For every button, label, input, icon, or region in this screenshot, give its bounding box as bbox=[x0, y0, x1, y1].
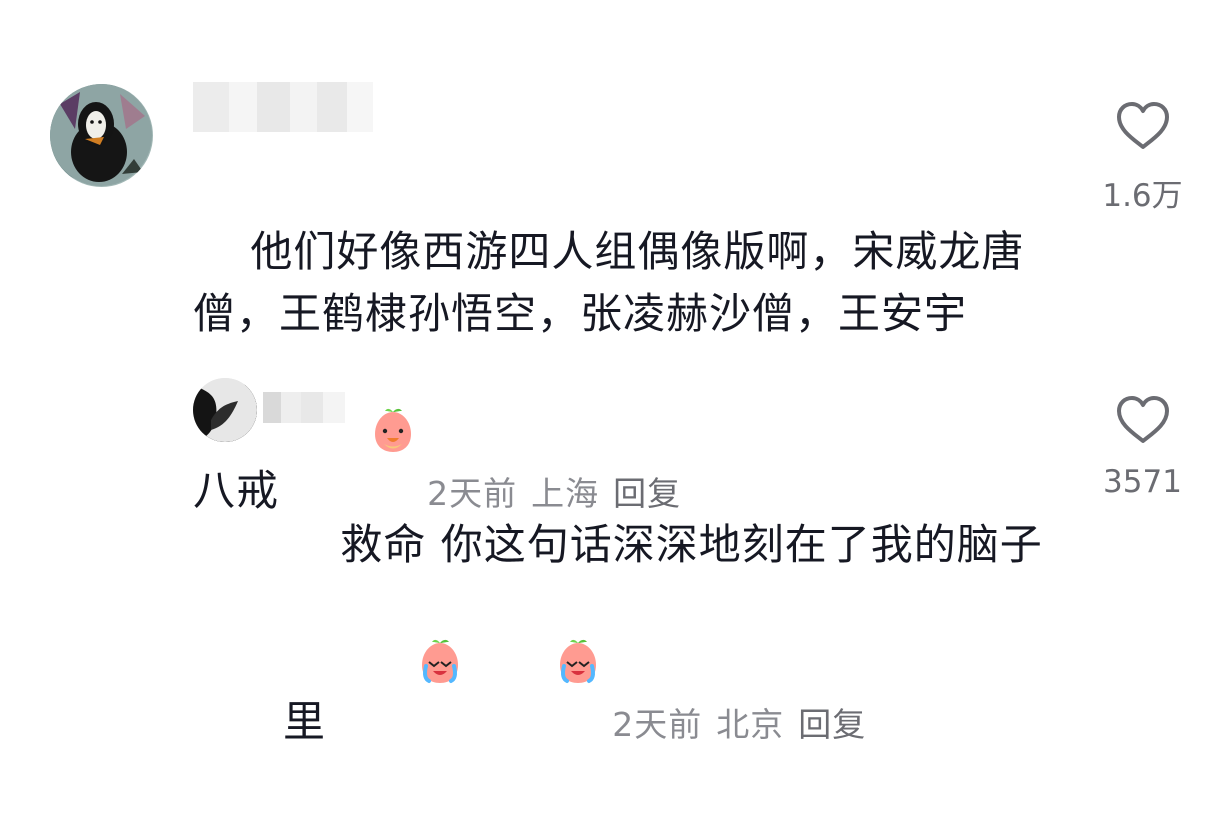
crying-peach-emoji-1 bbox=[330, 576, 464, 765]
like-count: 3571 bbox=[1103, 464, 1182, 500]
username-redacted[interactable] bbox=[263, 392, 345, 423]
comment-text: 救命 你这句话深深地刻在了我的脑子 里 2天前 北京 回复 bbox=[283, 452, 1043, 827]
reply-button[interactable]: 回复 bbox=[798, 705, 866, 744]
comment-item: 他们好像西游四人组偶像版啊，宋威龙唐 僧，王鹤棣孙悟空，张凌赫沙僧，王安宇 八戒… bbox=[0, 0, 1224, 515]
comment-time: 2天前 bbox=[612, 705, 703, 744]
username-redacted[interactable] bbox=[193, 82, 373, 132]
like-count: 1.6万 bbox=[1102, 178, 1183, 214]
reply-comment-item: 救命 你这句话深深地刻在了我的脑子 里 2天前 北京 回复 3571 bbox=[0, 360, 1224, 746]
heart-outline-icon bbox=[1116, 396, 1169, 443]
reply-avatar-image bbox=[193, 378, 257, 442]
comment-meta: 2天前 北京 回复 bbox=[612, 705, 880, 744]
crying-peach-emoji-2 bbox=[468, 576, 602, 765]
comment-location: 北京 bbox=[716, 705, 785, 744]
like-button[interactable]: 3571 bbox=[1095, 394, 1190, 514]
avatar[interactable] bbox=[50, 84, 153, 187]
avatar[interactable] bbox=[193, 378, 257, 442]
heart-outline-icon bbox=[1116, 102, 1169, 149]
like-button[interactable]: 1.6万 bbox=[1095, 100, 1190, 220]
monkey-avatar-image bbox=[50, 84, 152, 186]
